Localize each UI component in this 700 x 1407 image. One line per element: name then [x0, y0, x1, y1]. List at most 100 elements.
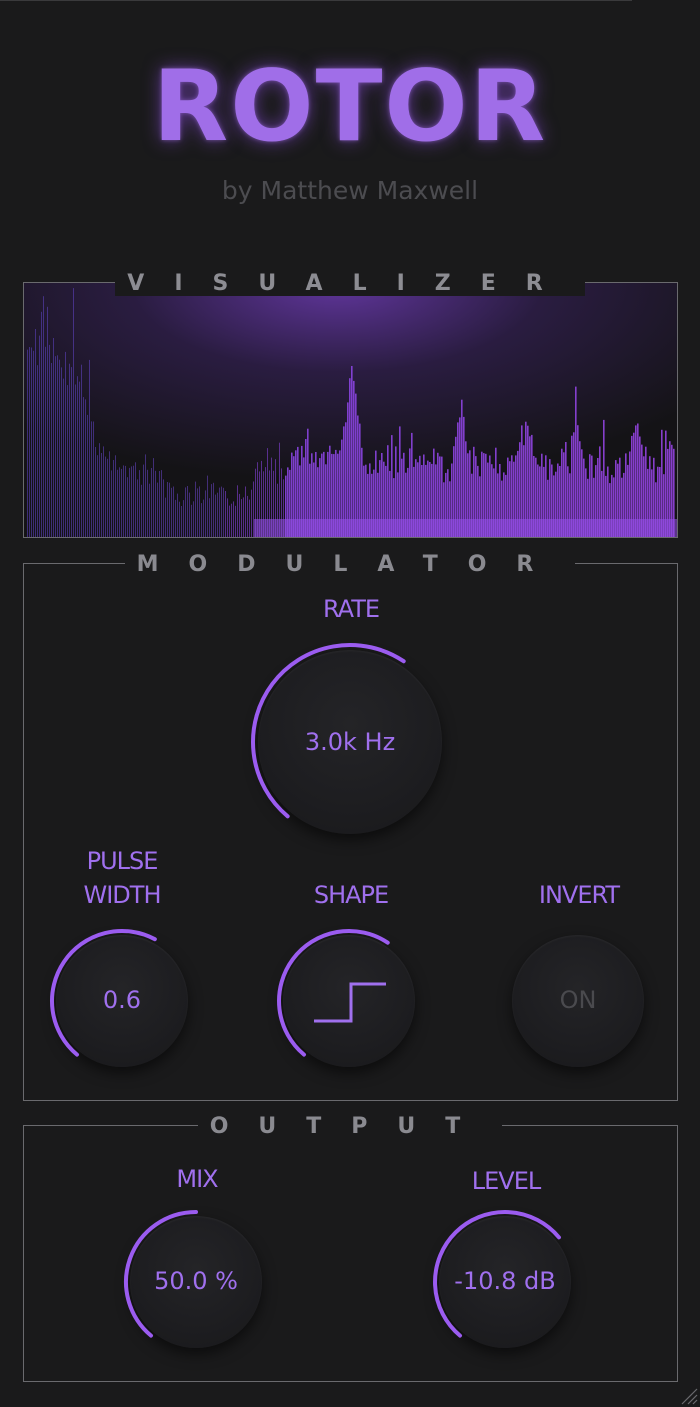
spectrum-bar — [211, 484, 212, 537]
spectrum-bar — [141, 484, 142, 537]
spectrum-bar — [65, 351, 66, 537]
level-knob[interactable]: -10.8 dB — [432, 1209, 578, 1355]
spectrum-bar — [213, 482, 214, 537]
spectrum-bar — [219, 487, 220, 537]
spectrum-bar — [27, 349, 28, 537]
spectrum-bar — [137, 479, 138, 537]
spectrum-bar — [107, 458, 108, 537]
spectrum-bar — [81, 364, 82, 537]
shape-label: SHAPE — [313, 881, 389, 909]
spectrum-bar — [233, 501, 234, 537]
spectrum-bar — [125, 465, 126, 537]
spectrum-bar — [461, 399, 463, 537]
app-subtitle: by Matthew Maxwell — [221, 176, 479, 205]
spectrum-bar — [149, 483, 150, 537]
spectrum-bar — [241, 499, 242, 537]
spectrum-bar — [113, 460, 114, 537]
spectrum-bar — [95, 447, 96, 537]
resize-grip-icon[interactable] — [678, 1385, 698, 1405]
pulse-width-knob[interactable]: 0.6 — [49, 928, 195, 1074]
spectrum-bar — [119, 467, 120, 537]
spectrum-bar — [221, 486, 222, 537]
spectrum-bar — [35, 329, 36, 537]
output-panel: MIX 50.0 % LEVEL -10.8 dB — [23, 1125, 678, 1382]
spectrum-bar — [45, 346, 46, 537]
spectrum-bar — [77, 376, 78, 537]
invert-toggle[interactable]: ON — [505, 928, 651, 1074]
spectrum-bar — [179, 501, 180, 537]
spectrum-bar — [173, 486, 174, 537]
spectrum-bar — [235, 505, 236, 537]
spectrum-bar — [247, 495, 248, 537]
spectrum-bar — [347, 402, 349, 537]
spectrum-bar — [83, 397, 84, 537]
spectrum-bar — [71, 367, 72, 537]
spectrum-bar — [55, 356, 56, 537]
square-wave-icon — [314, 982, 386, 1023]
spectrum-bar — [49, 344, 50, 537]
window-top-edge — [0, 0, 632, 1]
spectrum-bar — [463, 416, 465, 537]
spectrum-bar — [75, 384, 76, 537]
mix-label: MIX — [176, 1165, 218, 1193]
spectrum-bar — [135, 462, 136, 537]
spectrum-bar — [245, 486, 246, 537]
spectrum-bar — [87, 414, 88, 537]
spectrum-bar — [47, 306, 48, 537]
spectrum-bar — [225, 491, 226, 537]
spectrum-bar — [199, 486, 200, 537]
spectrum-bar — [147, 469, 148, 537]
spectrum-bar — [209, 498, 210, 537]
spectrum-bar — [121, 468, 122, 537]
spectrum-bar — [167, 482, 168, 537]
level-label: LEVEL — [471, 1167, 542, 1195]
spectrum-bar — [33, 350, 34, 537]
spectrum-bar — [89, 359, 90, 537]
spectrum-bar — [205, 490, 206, 537]
spectrum-bar — [163, 479, 164, 537]
spectrum-bar — [227, 498, 228, 537]
spectrum-bar — [73, 288, 74, 537]
spectrum-bar — [191, 504, 192, 537]
spectrum-bar — [165, 497, 166, 537]
level-value: -10.8 dB — [454, 1267, 556, 1295]
spectrum-bar — [51, 363, 52, 537]
pulse-width-label: PULSE WIDTH — [83, 847, 162, 909]
spectrum-bar — [171, 487, 172, 537]
spectrum-bar — [185, 487, 186, 537]
rate-label: RATE — [322, 595, 380, 623]
spectrum-bar — [351, 366, 353, 537]
mix-value: 50.0 % — [154, 1267, 238, 1295]
spectrum-bar — [143, 464, 144, 537]
spectrum-bar — [243, 497, 244, 537]
rate-knob[interactable]: 3.0k Hz — [250, 642, 450, 842]
spectrum-bar — [41, 311, 42, 537]
spectrum-base — [254, 519, 677, 537]
spectrum-bar — [111, 470, 112, 537]
invert-label: INVERT — [538, 881, 620, 909]
spectrum-bar — [109, 451, 110, 537]
spectrum-bar — [157, 482, 158, 537]
spectrum-bar — [99, 443, 100, 537]
spectrum-bar — [355, 393, 357, 537]
spectrum-bar — [31, 347, 32, 537]
invert-value: ON — [559, 986, 597, 1014]
spectrum-bar — [67, 385, 68, 537]
shape-knob-arc — [277, 929, 390, 1057]
spectrum-bar — [357, 415, 359, 537]
visualizer-panel — [23, 282, 678, 538]
shape-knob[interactable] — [276, 928, 422, 1074]
spectrum-bar — [97, 455, 98, 537]
spectrum-bar — [207, 475, 208, 537]
spectrum-bar — [105, 456, 106, 537]
spectrum-bar — [79, 381, 80, 537]
spectrum-bar — [189, 492, 190, 537]
spectrum-bar — [223, 487, 224, 537]
mix-knob[interactable]: 50.0 % — [123, 1209, 269, 1355]
spectrum-bar — [153, 458, 154, 537]
spectrum-bar — [85, 399, 86, 537]
spectrum-bar — [197, 488, 198, 537]
spectrum-bar — [123, 465, 124, 537]
spectrum-bar — [63, 378, 64, 537]
spectrum-bar — [175, 499, 176, 537]
